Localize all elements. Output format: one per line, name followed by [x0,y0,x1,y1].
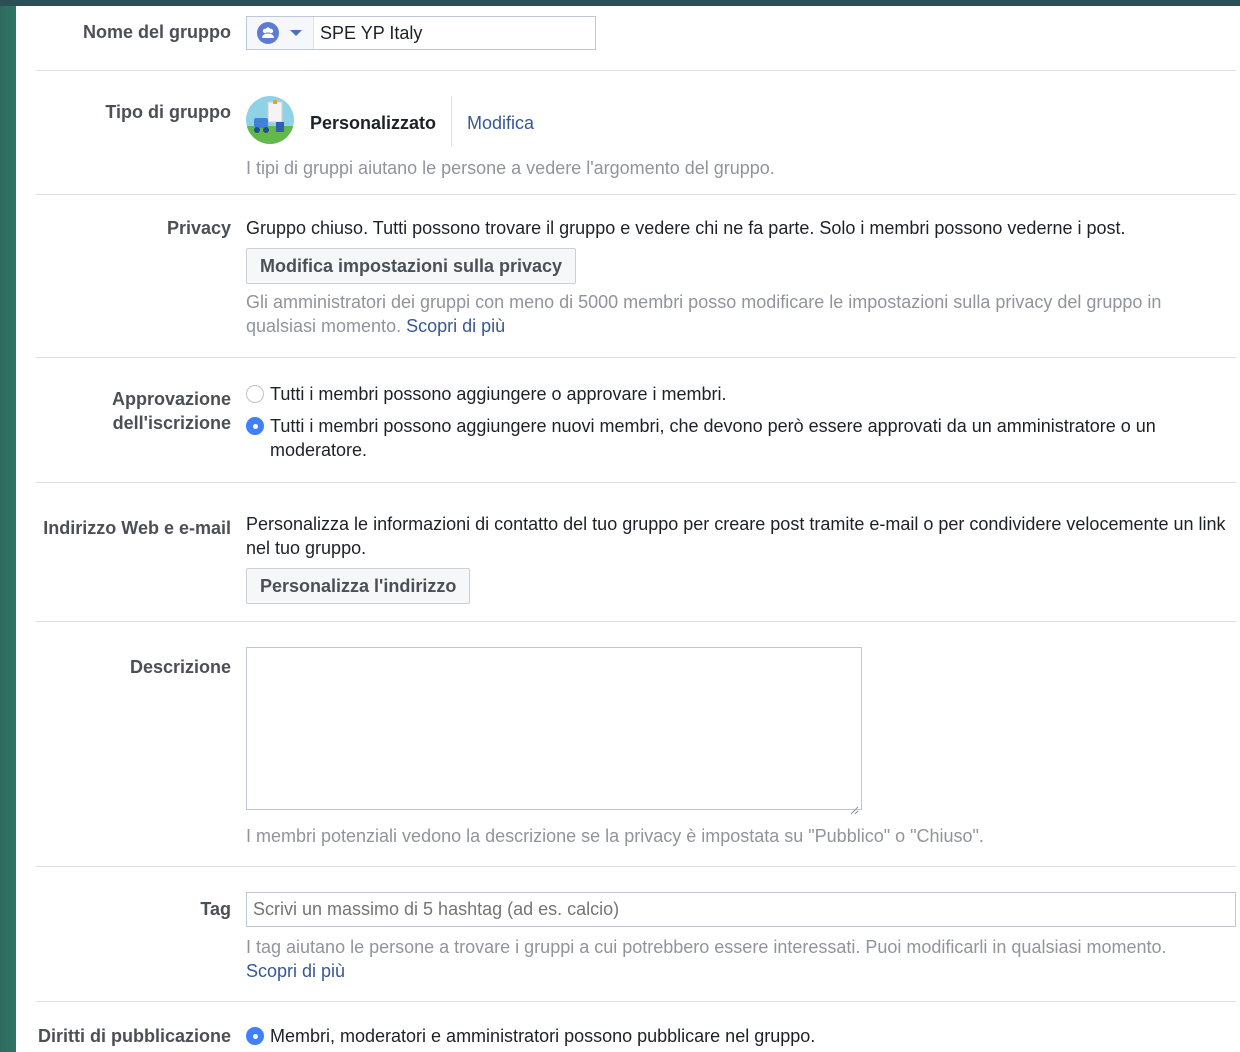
group-name-field: SPE YP Italy [246,16,596,50]
chevron-down-icon [290,30,302,36]
tags-content: I tag aiutano le persone a trovare i gru… [246,892,1240,983]
tags-row: Tag I tag aiutano le persone a trovare i… [16,867,1240,1001]
web-address-label: Indirizzo Web e e-mail [43,518,231,538]
custom-group-illustration-icon [246,96,294,144]
privacy-help: Gli amministratori dei gruppi con meno d… [246,290,1206,338]
posting-permissions-label: Diritti di pubblicazione [38,1026,231,1046]
description-label: Descrizione [129,657,231,677]
membership-approval-label: Approvazione dell'iscrizione [11,387,231,435]
group-name-input[interactable]: SPE YP Italy [320,22,422,44]
membership-option-label: Tutti i membri possono aggiungere nuovi … [270,416,1156,460]
group-icon [257,22,279,44]
group-name-label: Nome del gruppo [83,22,231,42]
posting-option-members[interactable]: Membri, moderatori e amministratori poss… [246,1024,1240,1048]
privacy-description: Gruppo chiuso. Tutti possono trovare il … [246,218,1126,238]
web-address-description: Personalizza le informazioni di contatto… [246,514,1226,558]
description-textarea[interactable] [246,647,862,815]
tags-help: I tag aiutano le persone a trovare i gru… [246,935,1216,983]
group-icon-selector[interactable] [247,17,314,49]
membership-approval-options: Tutti i membri possono aggiungere o appr… [246,382,1196,462]
posting-permissions-content: Membri, moderatori e amministratori poss… [246,1024,1240,1048]
description-help: I membri potenziali vedono la descrizion… [246,826,984,846]
group-type-help: I tipi di gruppi aiutano le persone a ve… [246,158,775,178]
privacy-help-text: Gli amministratori dei gruppi con meno d… [246,292,1162,336]
edit-group-type-link[interactable]: Modifica [467,111,534,135]
privacy-learn-more-link[interactable]: Scopri di più [406,316,505,336]
membership-approval-label-line1: Approvazione [111,389,231,409]
membership-option-any-member[interactable]: Tutti i membri possono aggiungere o appr… [246,382,1196,406]
tags-input[interactable] [246,892,1236,927]
radio-unchecked-icon[interactable] [246,385,264,403]
tags-label: Tag [200,899,231,919]
posting-option-label: Membri, moderatori e amministratori poss… [270,1026,816,1046]
group-name-row: Nome del gruppo SPE YP Italy [16,6,1240,70]
group-type-label: Tipo di gruppo [105,102,231,122]
group-settings-panel: Nome del gruppo SPE YP Italy Tipo di gru… [16,6,1240,1052]
group-name-content: SPE YP Italy [246,16,1240,50]
description-row: Descrizione I membri potenziali vedono l… [16,622,1240,866]
group-type-name: Personalizzato [310,113,437,133]
privacy-label: Privacy [166,218,231,238]
tags-learn-more-link[interactable]: Scopri di più [246,961,345,981]
privacy-content: Gruppo chiuso. Tutti possono trovare il … [246,216,1240,338]
posting-permissions-row: Diritti di pubblicazione Membri, moderat… [16,1002,1240,1052]
resize-handle-icon[interactable] [849,797,859,815]
web-address-row: Indirizzo Web e e-mail Personalizza le i… [16,483,1240,621]
customize-address-button[interactable]: Personalizza l'indirizzo [246,568,471,604]
group-type-header: Personalizzato Modifica [246,96,1240,146]
tags-help-text: I tag aiutano le persone a trovare i gru… [246,937,1167,957]
radio-checked-icon[interactable] [246,417,264,435]
membership-approval-label-line2: dell'iscrizione [112,413,231,433]
group-type-separator [451,96,452,146]
membership-option-label: Tutti i membri possono aggiungere o appr… [270,384,727,404]
web-address-content: Personalizza le informazioni di contatto… [246,512,1226,604]
group-type-content: Personalizzato Modifica I tipi di gruppi… [246,96,1240,180]
description-content: I membri potenziali vedono la descrizion… [246,647,1240,848]
privacy-row: Privacy Gruppo chiuso. Tutti possono tro… [16,195,1240,357]
membership-option-admin-approval[interactable]: Tutti i membri possono aggiungere nuovi … [246,414,1196,462]
radio-checked-icon[interactable] [246,1027,264,1045]
group-type-row: Tipo di gruppo Personalizzato Modifica I… [16,71,1240,194]
membership-approval-row: Approvazione dell'iscrizione Tutti i mem… [16,358,1240,482]
edit-privacy-settings-button[interactable]: Modifica impostazioni sulla privacy [246,248,577,284]
